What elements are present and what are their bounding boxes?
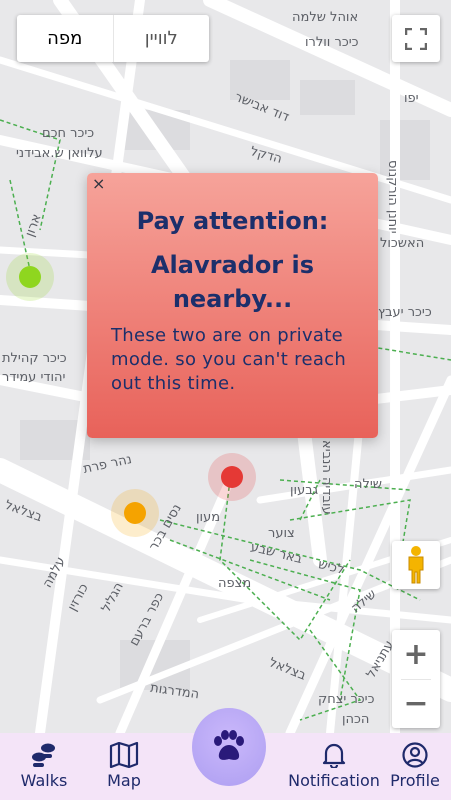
green-dot — [19, 266, 41, 288]
popup-title: Pay attention: — [136, 207, 329, 235]
paw-center-button[interactable] — [192, 708, 266, 786]
close-button[interactable]: × — [92, 174, 105, 193]
nav-map-label: Map — [107, 771, 141, 790]
street-view-button[interactable] — [392, 541, 440, 589]
fullscreen-button[interactable] — [392, 15, 440, 62]
nav-notification-label: Notification — [288, 771, 380, 790]
zoom-controls: + − — [392, 630, 440, 728]
zoom-in-button[interactable]: + — [392, 631, 440, 679]
map-type-toggle: מפה לוויין — [17, 15, 209, 62]
fullscreen-icon — [405, 27, 427, 50]
nav-notification[interactable]: Notification — [284, 733, 384, 800]
paw-icon — [214, 730, 244, 760]
orange-dot — [124, 502, 146, 524]
nearby-alert-popup: × Pay attention: Alavrador is nearby... … — [87, 173, 378, 438]
popup-title: nearby... — [172, 285, 293, 313]
nav-map[interactable]: Map — [96, 733, 152, 800]
popup-title: Alavrador is — [150, 251, 315, 279]
map-type-satellite[interactable]: לוויין — [114, 15, 210, 62]
red-dot — [221, 466, 243, 488]
nav-profile[interactable]: Profile — [386, 733, 444, 800]
nav-walks-label: Walks — [20, 771, 68, 790]
pegman-icon — [408, 546, 424, 584]
footprints-icon — [32, 743, 55, 767]
map-type-map[interactable]: מפה — [17, 15, 113, 62]
bell-icon — [322, 743, 346, 768]
popup-message: These two are on private mode. so you ca… — [111, 325, 347, 394]
map-icon — [109, 742, 139, 768]
zoom-out-button[interactable]: − — [392, 680, 440, 728]
nav-profile-label: Profile — [390, 771, 440, 790]
nav-walks[interactable]: Walks — [10, 733, 78, 800]
profile-icon — [402, 742, 428, 768]
